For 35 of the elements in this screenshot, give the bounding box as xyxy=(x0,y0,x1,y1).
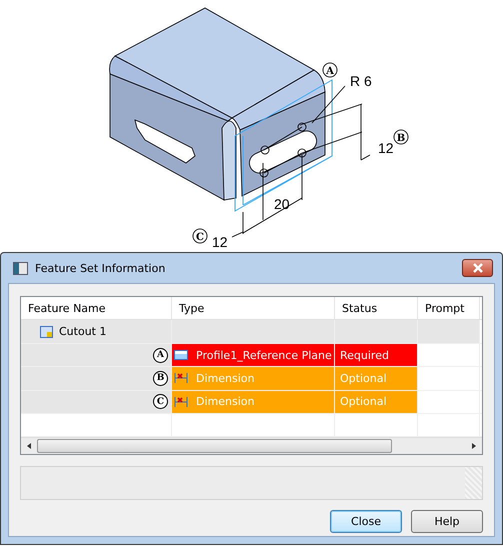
dialog-button[interactable]: Help xyxy=(411,510,483,533)
status-text: Optional xyxy=(340,372,387,385)
dimension-value: 20 xyxy=(274,196,290,212)
plane-icon xyxy=(174,350,188,360)
window-title: Feature Set Information xyxy=(35,262,166,274)
dimension-value: R 6 xyxy=(350,73,372,89)
column-header[interactable]: Type xyxy=(172,297,335,320)
dimension-value: 12 xyxy=(378,140,394,156)
callout-label: C xyxy=(153,394,168,410)
window-icon xyxy=(13,262,28,274)
type-text: Profile1_Reference Plane xyxy=(196,348,332,362)
dimension-value: 12 xyxy=(212,234,228,250)
vertical-scrollbar[interactable] xyxy=(465,467,482,499)
dimension-icon xyxy=(174,372,188,384)
type-text: Dimension xyxy=(196,372,254,385)
column-header[interactable]: Prompt xyxy=(418,297,480,320)
dialog-button[interactable]: Close xyxy=(330,510,402,533)
feature-name[interactable]: Cutout 1 xyxy=(59,325,106,338)
type-text: Dimension xyxy=(196,395,254,408)
scroll-left-icon[interactable] xyxy=(27,443,31,450)
scroll-thumb[interactable] xyxy=(37,439,392,454)
callout-label: B xyxy=(153,370,168,386)
horizontal-scrollbar[interactable] xyxy=(21,437,482,454)
status-text: Required xyxy=(340,348,389,362)
status-text: Optional xyxy=(340,395,387,408)
callout-label: C xyxy=(192,228,208,244)
feature-icon xyxy=(40,326,53,338)
column-header[interactable]: Feature Name xyxy=(21,297,172,320)
scroll-right-icon[interactable] xyxy=(472,443,476,450)
callout-label: B xyxy=(394,130,408,144)
dimension-icon xyxy=(174,396,188,408)
close-icon[interactable] xyxy=(462,259,493,277)
column-header[interactable]: Status xyxy=(335,297,418,320)
callout-label: A xyxy=(322,62,338,78)
callout-label: A xyxy=(153,348,168,363)
